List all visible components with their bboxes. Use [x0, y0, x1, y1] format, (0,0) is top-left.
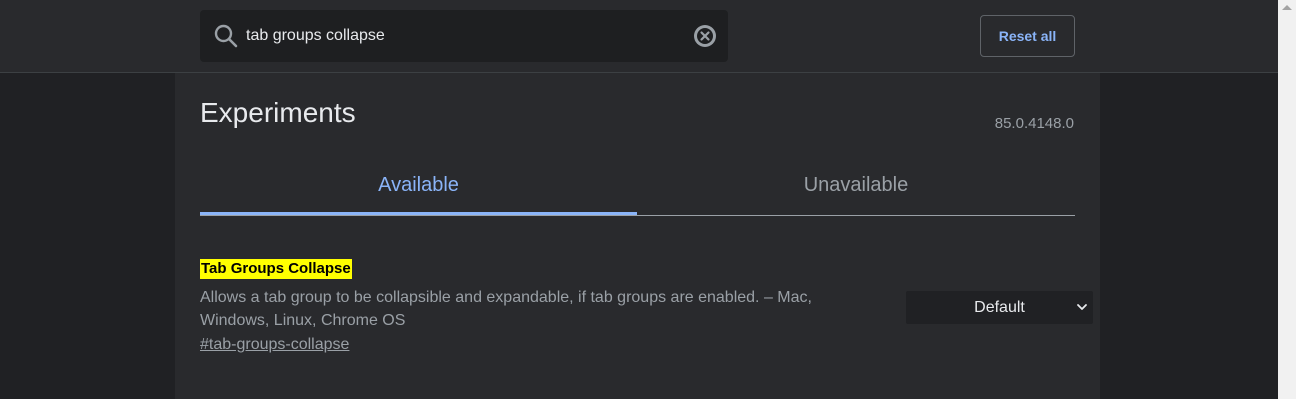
scrollbar[interactable] — [1278, 0, 1296, 399]
experiment-description: Allows a tab group to be collapsible and… — [200, 289, 812, 329]
tab-bar: Available Unavailable — [200, 158, 1075, 216]
experiments-panel: Experiments 85.0.4148.0 Available Unavai… — [175, 73, 1100, 399]
experiment-link[interactable]: #tab-groups-collapse — [200, 335, 349, 355]
reset-all-button[interactable]: Reset all — [980, 15, 1075, 57]
scroll-up-arrow-icon[interactable] — [1282, 5, 1292, 10]
page-title: Experiments — [200, 97, 356, 128]
clear-search-button[interactable] — [694, 25, 716, 47]
version-label: 85.0.4148.0 — [994, 115, 1074, 132]
experiment-state-select[interactable]: Default — [906, 291, 1093, 324]
tab-unavailable[interactable]: Unavailable — [637, 158, 1075, 213]
chevron-down-icon — [1077, 304, 1087, 310]
tab-unavailable-label: Unavailable — [803, 174, 909, 196]
search-box[interactable] — [200, 10, 728, 62]
experiment-item: Tab Groups Collapse Allows a tab group t… — [200, 259, 1093, 353]
select-value: Default — [974, 298, 1025, 316]
header-bar: Reset all — [0, 0, 1278, 73]
search-icon — [214, 24, 238, 48]
clear-icon — [695, 26, 715, 46]
flags-page: Reset all Experiments 85.0.4148.0 Availa… — [0, 0, 1296, 399]
tab-available[interactable]: Available — [200, 158, 637, 215]
tab-available-label: Available — [378, 174, 459, 196]
experiment-name: Tab Groups Collapse — [200, 259, 352, 279]
search-input[interactable] — [246, 24, 676, 48]
